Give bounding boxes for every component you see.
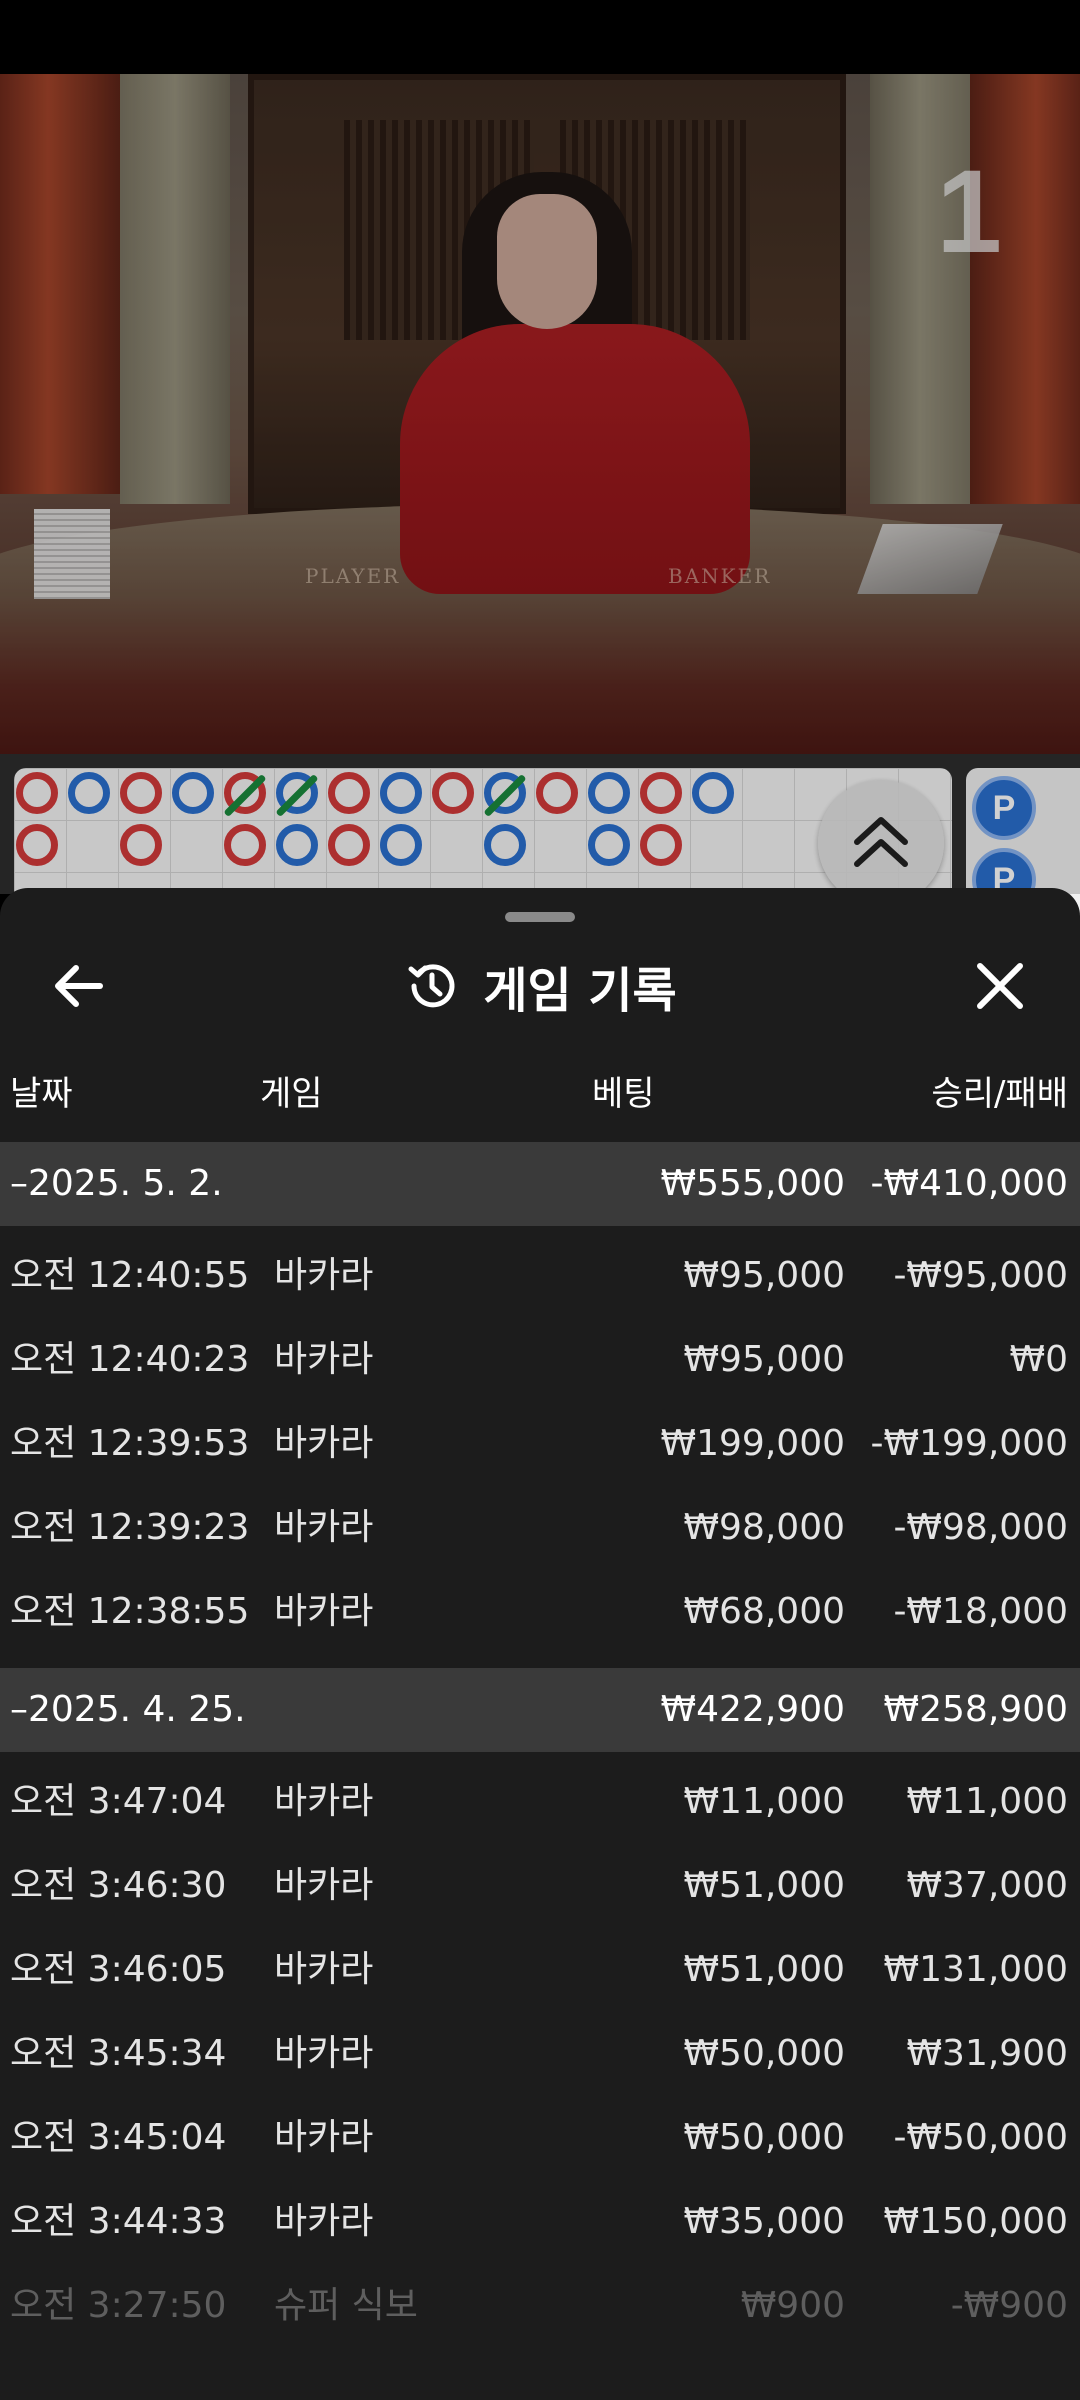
row-result: ₩11,000 bbox=[906, 1781, 1068, 1822]
history-row[interactable]: 오전 3:44:33 바카라 ₩35,000 ₩150,000 bbox=[0, 2180, 1080, 2264]
column-header-result: 승리/패배 bbox=[931, 1074, 1068, 1114]
row-result: -₩18,000 bbox=[893, 1591, 1068, 1632]
row-game: 바카라 bbox=[274, 1949, 374, 1990]
row-result: ₩150,000 bbox=[883, 2201, 1068, 2242]
row-result: ₩31,900 bbox=[906, 2033, 1068, 2074]
history-row[interactable]: 오전 3:46:30 바카라 ₩51,000 ₩37,000 bbox=[0, 1844, 1080, 1928]
row-result: ₩131,000 bbox=[883, 1949, 1068, 1990]
history-row[interactable]: 오전 12:40:55 바카라 ₩95,000 -₩95,000 bbox=[0, 1234, 1080, 1318]
row-bet: ₩51,000 bbox=[683, 1949, 845, 1990]
row-game: 바카라 bbox=[274, 1339, 374, 1380]
row-time: 오전 3:27:50 bbox=[10, 2285, 227, 2326]
sheet-header: 게임 기록 bbox=[0, 943, 1080, 1029]
close-icon bbox=[977, 963, 1023, 1009]
row-game: 바카라 bbox=[274, 1591, 374, 1632]
row-bet: ₩50,000 bbox=[683, 2117, 845, 2158]
row-bet: ₩35,000 bbox=[683, 2201, 845, 2242]
row-bet: ₩11,000 bbox=[683, 1781, 845, 1822]
history-row[interactable]: 오전 12:38:55 바카라 ₩68,000 -₩18,000 bbox=[0, 1570, 1080, 1654]
row-time: 오전 3:46:30 bbox=[10, 1865, 227, 1906]
row-game: 바카라 bbox=[274, 2033, 374, 2074]
row-result: -₩95,000 bbox=[893, 1255, 1068, 1296]
group-date: –2025. 5. 2. bbox=[10, 1163, 223, 1204]
status-bar bbox=[0, 0, 1080, 74]
history-row[interactable]: 오전 3:47:04 바카라 ₩11,000 ₩11,000 bbox=[0, 1760, 1080, 1844]
row-game: 바카라 bbox=[274, 1865, 374, 1906]
history-row[interactable]: 오전 12:39:53 바카라 ₩199,000 -₩199,000 bbox=[0, 1402, 1080, 1486]
row-bet: ₩95,000 bbox=[683, 1339, 845, 1380]
group-total-result: ₩258,900 bbox=[883, 1689, 1068, 1730]
game-history-sheet: 게임 기록 날짜 게임 베팅 승리/패배 –2025. 5. 2. ₩555,0… bbox=[0, 888, 1080, 2400]
group-total-bet: ₩555,000 bbox=[660, 1163, 845, 1204]
row-time: 오전 12:39:53 bbox=[10, 1423, 250, 1464]
history-row[interactable]: 오전 3:27:50 슈퍼 식보 ₩900 -₩900 bbox=[0, 2264, 1080, 2348]
row-bet: ₩68,000 bbox=[683, 1591, 845, 1632]
column-header-date: 날짜 bbox=[10, 1074, 73, 1114]
row-result: ₩37,000 bbox=[906, 1865, 1068, 1906]
history-row[interactable]: 오전 12:40:23 바카라 ₩95,000 ₩0 bbox=[0, 1318, 1080, 1402]
row-bet: ₩98,000 bbox=[683, 1507, 845, 1548]
row-time: 오전 3:46:05 bbox=[10, 1949, 227, 1990]
row-time: 오전 12:39:23 bbox=[10, 1507, 250, 1548]
row-game: 바카라 bbox=[274, 1507, 374, 1548]
modal-backdrop[interactable] bbox=[0, 74, 1080, 894]
row-game: 바카라 bbox=[274, 1781, 374, 1822]
history-row[interactable]: 오전 3:45:34 바카라 ₩50,000 ₩31,900 bbox=[0, 2012, 1080, 2096]
row-bet: ₩50,000 bbox=[683, 2033, 845, 2074]
group-total-bet: ₩422,900 bbox=[660, 1689, 845, 1730]
row-bet: ₩51,000 bbox=[683, 1865, 845, 1906]
row-time: 오전 12:40:55 bbox=[10, 1255, 250, 1296]
row-game: 바카라 bbox=[274, 1255, 374, 1296]
row-game: 바카라 bbox=[274, 2201, 374, 2242]
row-bet: ₩199,000 bbox=[660, 1423, 845, 1464]
row-bet: ₩900 bbox=[740, 2285, 845, 2326]
date-group-header[interactable]: –2025. 4. 25. ₩422,900 ₩258,900 bbox=[0, 1668, 1080, 1752]
row-result: -₩98,000 bbox=[893, 1507, 1068, 1548]
close-button[interactable] bbox=[962, 948, 1038, 1024]
row-game: 슈퍼 식보 bbox=[274, 2285, 418, 2326]
row-time: 오전 3:45:34 bbox=[10, 2033, 227, 2074]
column-header-game: 게임 bbox=[260, 1074, 323, 1114]
history-row[interactable]: 오전 3:45:04 바카라 ₩50,000 -₩50,000 bbox=[0, 2096, 1080, 2180]
history-icon bbox=[408, 964, 455, 1008]
table-header: 날짜 게임 베팅 승리/패배 bbox=[0, 1066, 1080, 1122]
history-list[interactable]: –2025. 5. 2. ₩555,000 -₩410,000 오전 12:40… bbox=[0, 1142, 1080, 2348]
sheet-drag-handle[interactable] bbox=[505, 912, 575, 922]
row-game: 바카라 bbox=[274, 1423, 374, 1464]
history-row[interactable]: 오전 3:46:05 바카라 ₩51,000 ₩131,000 bbox=[0, 1928, 1080, 2012]
row-result: -₩199,000 bbox=[870, 1423, 1068, 1464]
row-result: -₩50,000 bbox=[893, 2117, 1068, 2158]
history-row[interactable]: 오전 12:39:23 바카라 ₩98,000 -₩98,000 bbox=[0, 1486, 1080, 1570]
row-result: ₩0 bbox=[1009, 1339, 1069, 1380]
row-time: 오전 3:44:33 bbox=[10, 2201, 227, 2242]
group-total-result: -₩410,000 bbox=[870, 1163, 1068, 1204]
row-time: 오전 12:40:23 bbox=[10, 1339, 250, 1380]
row-result: -₩900 bbox=[950, 2285, 1068, 2326]
date-group-header[interactable]: –2025. 5. 2. ₩555,000 -₩410,000 bbox=[0, 1142, 1080, 1226]
row-time: 오전 3:47:04 bbox=[10, 1781, 227, 1822]
row-time: 오전 12:38:55 bbox=[10, 1591, 250, 1632]
row-bet: ₩95,000 bbox=[683, 1255, 845, 1296]
sheet-title: 게임 기록 bbox=[483, 963, 677, 1019]
row-time: 오전 3:45:04 bbox=[10, 2117, 227, 2158]
row-game: 바카라 bbox=[274, 2117, 374, 2158]
group-date: –2025. 4. 25. bbox=[10, 1689, 246, 1730]
column-header-bet: 베팅 bbox=[592, 1074, 655, 1114]
